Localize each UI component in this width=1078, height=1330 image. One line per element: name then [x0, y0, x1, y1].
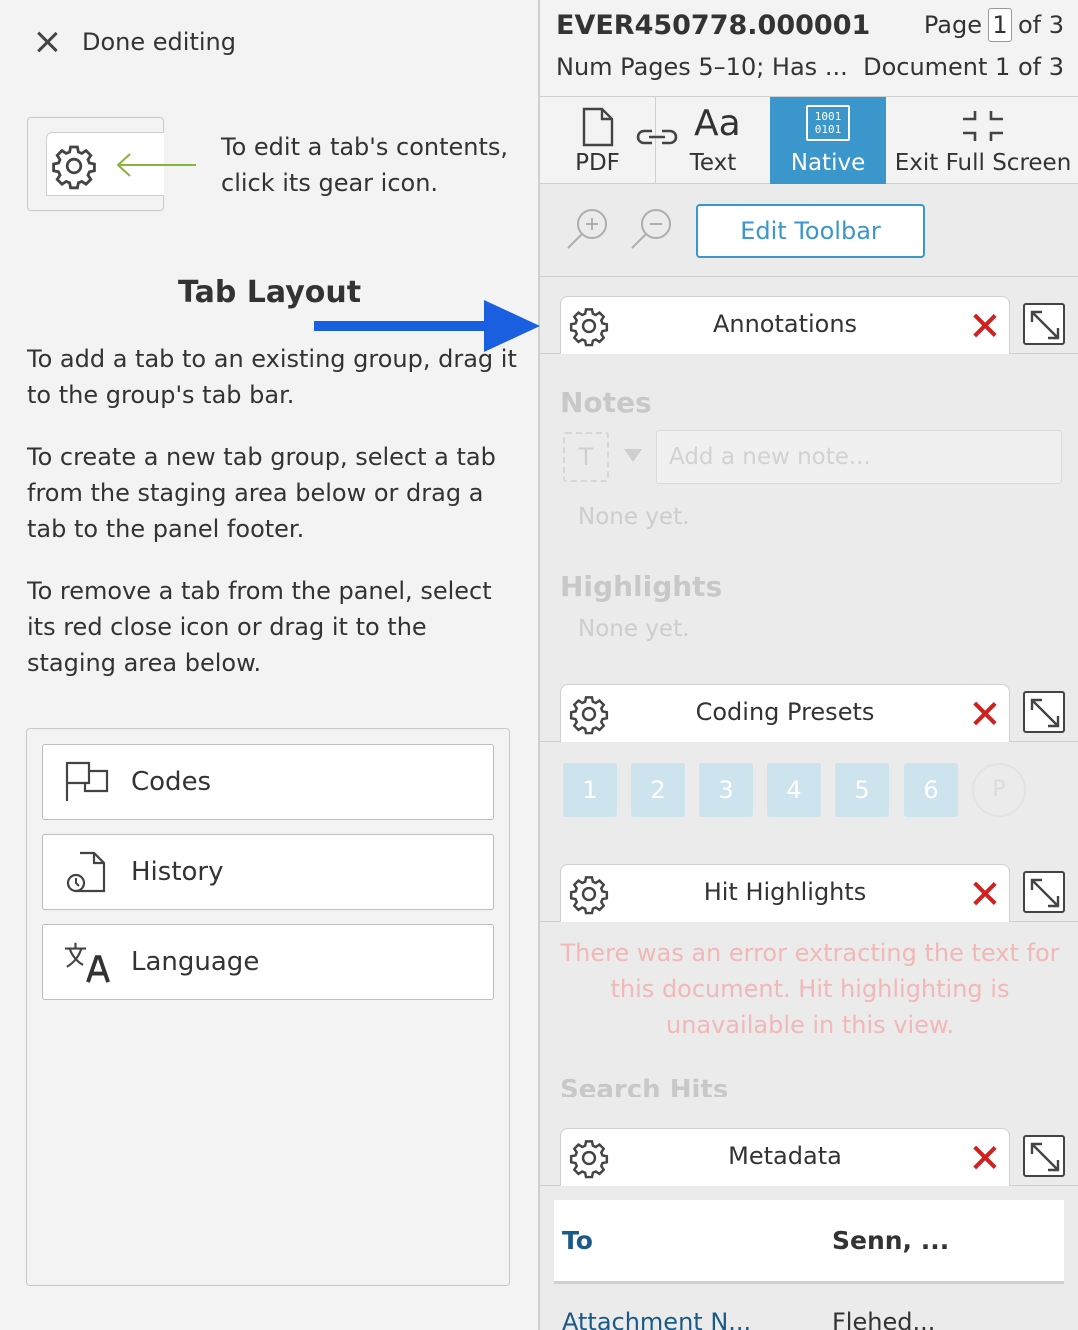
binary-file-icon: 1001 0101: [806, 105, 850, 141]
close-icon[interactable]: [972, 700, 998, 726]
binary-line: 1001: [814, 110, 842, 123]
page-number-input[interactable]: 1: [987, 8, 1012, 42]
annotations-tab-title: Annotations: [712, 310, 858, 338]
history-icon: [63, 848, 111, 896]
tab-layout-editor-panel: Done editing To edit a tab's contents, c…: [0, 0, 538, 1330]
zoom-out-icon[interactable]: [628, 204, 676, 252]
document-header: EVER450778.000001 Num Pages 5–10; Has ..…: [540, 0, 1078, 97]
page-total: of 3: [1017, 11, 1064, 39]
text-aa-icon: Aa: [694, 103, 741, 144]
notes-heading: Notes: [560, 386, 652, 419]
staging-tab-label: History: [131, 857, 224, 887]
preset-p-button[interactable]: P: [972, 763, 1026, 817]
close-icon[interactable]: [972, 1144, 998, 1170]
gear-icon[interactable]: [568, 693, 610, 735]
expand-button[interactable]: [1023, 691, 1065, 733]
gear-icon[interactable]: [568, 305, 610, 347]
highlights-empty-text: None yet.: [578, 616, 690, 642]
view-pdf-label: PDF: [575, 150, 620, 176]
exit-full-screen-button[interactable]: Exit Full Screen: [886, 97, 1078, 184]
gear-hint-illustration: [27, 117, 196, 211]
notes-empty-text: None yet.: [578, 504, 690, 530]
chevron-down-icon[interactable]: [624, 449, 642, 462]
preset-button-2[interactable]: 2: [631, 763, 685, 817]
done-editing-label: Done editing: [82, 28, 236, 56]
view-text-button[interactable]: Aa Text: [656, 97, 770, 184]
close-icon[interactable]: [972, 312, 998, 338]
expand-button[interactable]: [1023, 871, 1065, 913]
binary-line: 0101: [814, 123, 842, 136]
expand-icon: [1030, 878, 1060, 908]
close-icon: [34, 29, 60, 55]
staging-tab-language[interactable]: Language: [42, 924, 494, 1000]
search-hits-heading: Search Hits: [560, 1075, 729, 1097]
metadata-key: To: [562, 1226, 593, 1255]
staging-area[interactable]: Codes History Language: [26, 728, 510, 1286]
expand-icon: [1030, 1142, 1060, 1172]
page-label: Page: [923, 11, 982, 39]
metadata-value: Flehed...: [832, 1308, 936, 1330]
metadata-value: Senn, ...: [832, 1226, 950, 1255]
view-native-button[interactable]: 1001 0101 Native: [770, 97, 886, 184]
document-indicator: Document 1 of 3: [863, 53, 1064, 81]
preset-button-5[interactable]: 5: [835, 763, 889, 817]
preset-button-6[interactable]: 6: [904, 763, 958, 817]
document-id: EVER450778.000001: [556, 10, 871, 41]
arrow-left-icon: [116, 153, 196, 177]
metadata-row: Attachment N... Flehed...: [562, 1300, 1062, 1330]
staging-tab-codes[interactable]: Codes: [42, 744, 494, 820]
preset-button-1[interactable]: 1: [563, 763, 617, 817]
arrow-right-icon: [314, 300, 540, 352]
annotations-tab-header: Annotations: [540, 296, 1078, 354]
pdf-file-icon: [582, 107, 614, 147]
staging-tab-history[interactable]: History: [42, 834, 494, 910]
metadata-tab-header: Metadata: [540, 1128, 1078, 1186]
hit-highlights-tab-header: Hit Highlights: [540, 864, 1078, 922]
done-editing-button[interactable]: Done editing: [34, 28, 236, 56]
expand-button[interactable]: [1023, 303, 1065, 345]
view-native-label: Native: [790, 150, 866, 176]
page-indicator: Page 1 of 3: [924, 8, 1064, 42]
highlights-heading: Highlights: [560, 570, 723, 603]
metadata-key: Attachment N...: [562, 1308, 752, 1330]
view-text-label: Text: [689, 150, 737, 176]
exit-full-screen-label: Exit Full Screen: [894, 150, 1072, 176]
viewer-toolbar: Edit Toolbar: [540, 184, 1078, 277]
staging-tab-label: Language: [131, 947, 260, 977]
document-meta-summary[interactable]: Num Pages 5–10; Has ...: [556, 53, 848, 81]
close-icon[interactable]: [972, 880, 998, 906]
gear-hint-text: To edit a tab's contents, click its gear…: [221, 133, 509, 197]
staging-tab-label: Codes: [131, 767, 212, 797]
gear-icon[interactable]: [568, 873, 610, 915]
note-type-selector[interactable]: T: [563, 432, 609, 482]
zoom-in-icon[interactable]: [564, 204, 612, 252]
preset-button-3[interactable]: 3: [699, 763, 753, 817]
hit-highlights-tab-title: Hit Highlights: [703, 878, 867, 906]
codes-flag-icon: [63, 758, 111, 806]
expand-icon: [1030, 310, 1060, 340]
document-viewer-panel: EVER450778.000001 Num Pages 5–10; Has ..…: [538, 0, 1078, 1330]
metadata-row: To Senn, ...: [554, 1200, 1064, 1284]
language-translate-icon: [63, 938, 111, 986]
exit-full-screen-icon: [963, 111, 1003, 141]
coding-presets-tab-title: Coding Presets: [695, 698, 875, 726]
metadata-tab-title: Metadata: [728, 1142, 842, 1170]
preset-button-4[interactable]: 4: [767, 763, 821, 817]
coding-presets-tab-header: Coding Presets: [540, 684, 1078, 742]
view-mode-bar: PDF Aa Text 1001 0101 Native Exit Full S…: [540, 97, 1078, 184]
gear-icon[interactable]: [568, 1137, 610, 1179]
instruction-remove-tab: To remove a tab from the panel, select i…: [27, 577, 492, 677]
expand-icon: [1030, 698, 1060, 728]
instruction-create-group: To create a new tab group, select a tab …: [27, 443, 496, 543]
new-note-input[interactable]: Add a new note...: [656, 430, 1062, 484]
gear-icon: [52, 145, 96, 190]
edit-toolbar-button[interactable]: Edit Toolbar: [696, 204, 925, 258]
expand-button[interactable]: [1023, 1135, 1065, 1177]
hit-highlights-error: There was an error extracting the text f…: [560, 939, 1060, 1039]
